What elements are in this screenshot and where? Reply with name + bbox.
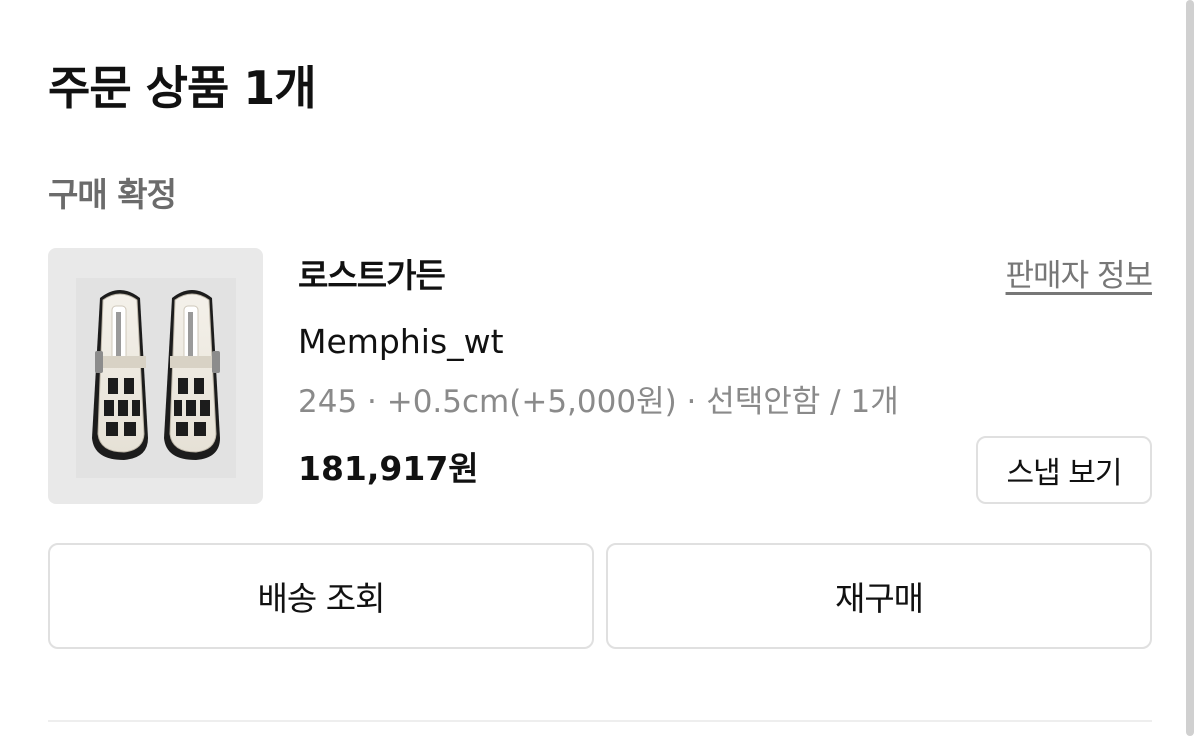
order-status-label: 구매 확정	[48, 175, 177, 214]
product-thumbnail[interactable]	[48, 248, 263, 504]
section-divider	[48, 720, 1152, 722]
rebuy-button[interactable]: 재구매	[606, 543, 1152, 649]
track-delivery-button[interactable]: 배송 조회	[48, 543, 594, 649]
snap-view-button[interactable]: 스냅 보기	[976, 436, 1152, 504]
product-options: 245 · +0.5cm(+5,000원) · 선택안함 / 1개	[298, 384, 899, 420]
scrollbar[interactable]	[1186, 0, 1194, 736]
brand-name[interactable]: 로스트가든	[298, 252, 446, 300]
product-name[interactable]: Memphis_wt	[298, 318, 504, 366]
shoe-product-image	[76, 278, 236, 478]
product-price: 181,917원	[298, 449, 479, 488]
seller-info-link[interactable]: 판매자 정보	[1006, 252, 1153, 300]
page-title: 주문 상품 1개	[48, 61, 317, 115]
